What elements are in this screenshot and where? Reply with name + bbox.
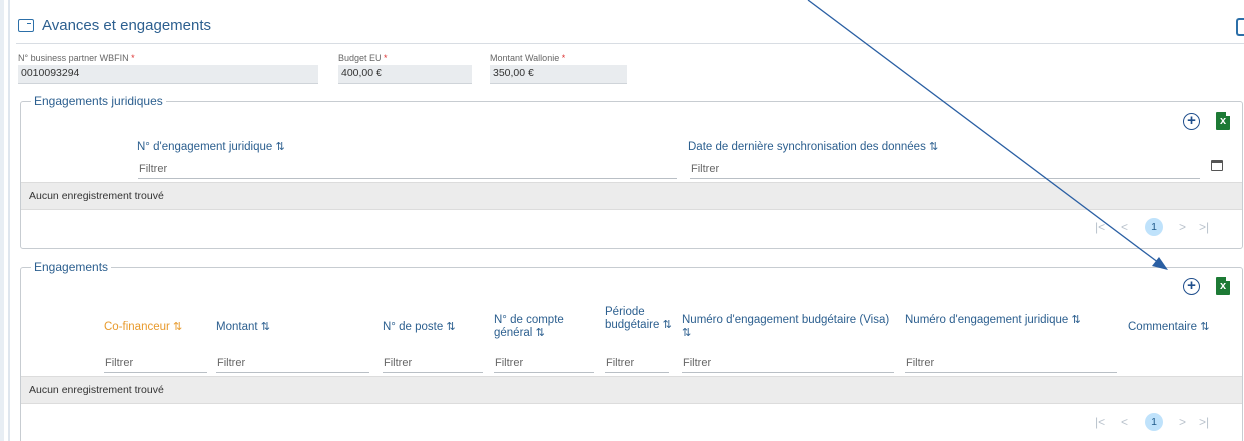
arrow-line — [807, 0, 1164, 267]
annotation-arrow — [807, 0, 1168, 270]
